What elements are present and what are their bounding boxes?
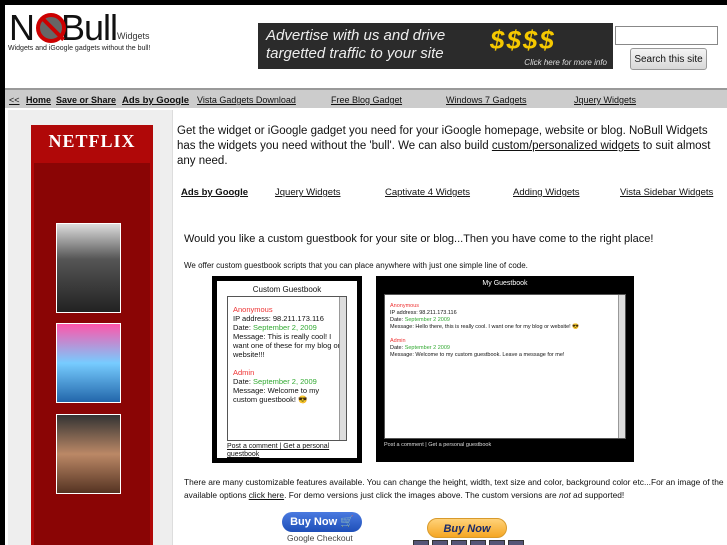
sidebar: NETFLIX bbox=[8, 110, 173, 545]
guestbook-entries: Anonymous IP address: 98.211.173.116 Date… bbox=[384, 294, 626, 439]
nav-back[interactable]: << bbox=[9, 95, 20, 105]
nav-link[interactable]: Vista Gadgets Download bbox=[197, 95, 296, 105]
intro-text: Get the widget or iGoogle gadget you nee… bbox=[177, 125, 711, 167]
ads-by-google[interactable]: Ads by Google bbox=[181, 187, 248, 198]
nav-link[interactable]: Free Blog Gadget bbox=[331, 95, 402, 105]
guestbook-demo-1[interactable]: Custom Guestbook Anonymous IP address: 98… bbox=[212, 276, 362, 463]
logo-sub: Widgets bbox=[117, 31, 150, 41]
guestbook-title: Custom Guestbook bbox=[252, 285, 322, 294]
nav-bar: << Home Save or Share Ads by Google Vist… bbox=[5, 88, 727, 108]
offer-text: We offer custom guestbook scripts that y… bbox=[184, 261, 528, 270]
ad-link[interactable]: Jquery Widgets bbox=[275, 187, 340, 198]
guestbook-links[interactable]: Post a comment | Get a personal guestboo… bbox=[227, 443, 352, 459]
banner-cta: Click here for more info bbox=[524, 58, 607, 67]
guestbook-demo-2[interactable]: My Guestbook Anonymous IP address: 98.211… bbox=[376, 276, 634, 462]
netflix-ad[interactable]: NETFLIX bbox=[31, 125, 153, 545]
question-text: Would you like a custom guestbook for yo… bbox=[184, 233, 654, 245]
nav-ads-by-google[interactable]: Ads by Google bbox=[122, 95, 189, 106]
ad-link[interactable]: Captivate 4 Widgets bbox=[385, 187, 470, 198]
guestbook-entries: Anonymous IP address: 98.211.173.116 Date… bbox=[227, 296, 347, 441]
features-text: There are many customizable features ava… bbox=[184, 477, 724, 500]
guestbook-links[interactable]: Post a comment | Get a personal guestboo… bbox=[384, 442, 491, 448]
nav-link[interactable]: Windows 7 Gadgets bbox=[446, 95, 527, 105]
google-buy-now-button[interactable]: Buy Now 🛒 bbox=[282, 512, 362, 532]
banner-line1: Advertise with us and drive bbox=[266, 27, 446, 44]
scrollbar[interactable] bbox=[339, 297, 346, 440]
movie-poster[interactable] bbox=[56, 323, 121, 403]
page: N Bull Widgets Widgets and iGoogle gadge… bbox=[5, 5, 727, 545]
nav-home[interactable]: Home bbox=[26, 95, 51, 105]
click-here-link[interactable]: click here bbox=[249, 490, 284, 500]
tagline: Widgets and iGoogle gadgets without the … bbox=[8, 45, 151, 52]
paypal-buy-now-button[interactable]: Buy Now bbox=[427, 518, 507, 538]
custom-widgets-link[interactable]: custom/personalized widgets bbox=[492, 140, 640, 152]
nav-link[interactable]: Jquery Widgets bbox=[574, 95, 636, 105]
movie-poster[interactable] bbox=[56, 223, 121, 313]
search-button[interactable]: Search this site bbox=[630, 48, 707, 70]
scrollbar[interactable] bbox=[618, 295, 625, 438]
netflix-logo: NETFLIX bbox=[48, 131, 136, 151]
no-bull-icon bbox=[36, 13, 66, 43]
banner-line2: targetted traffic to your site bbox=[266, 45, 444, 62]
guestbook-title: My Guestbook bbox=[482, 280, 528, 287]
advertise-banner[interactable]: Advertise with us and drive targetted tra… bbox=[258, 23, 613, 69]
ad-link[interactable]: Vista Sidebar Widgets bbox=[620, 187, 713, 198]
credit-card-icons bbox=[413, 540, 524, 545]
search-input[interactable] bbox=[615, 26, 718, 45]
google-checkout-label: Google Checkout bbox=[287, 533, 353, 543]
dollar-icon: $$$$ bbox=[490, 25, 556, 55]
ad-links: Ads by Google Jquery Widgets Captivate 4… bbox=[177, 187, 727, 201]
movie-poster[interactable] bbox=[56, 414, 121, 494]
nav-save-share[interactable]: Save or Share bbox=[56, 95, 116, 105]
ad-link[interactable]: Adding Widgets bbox=[513, 187, 580, 198]
